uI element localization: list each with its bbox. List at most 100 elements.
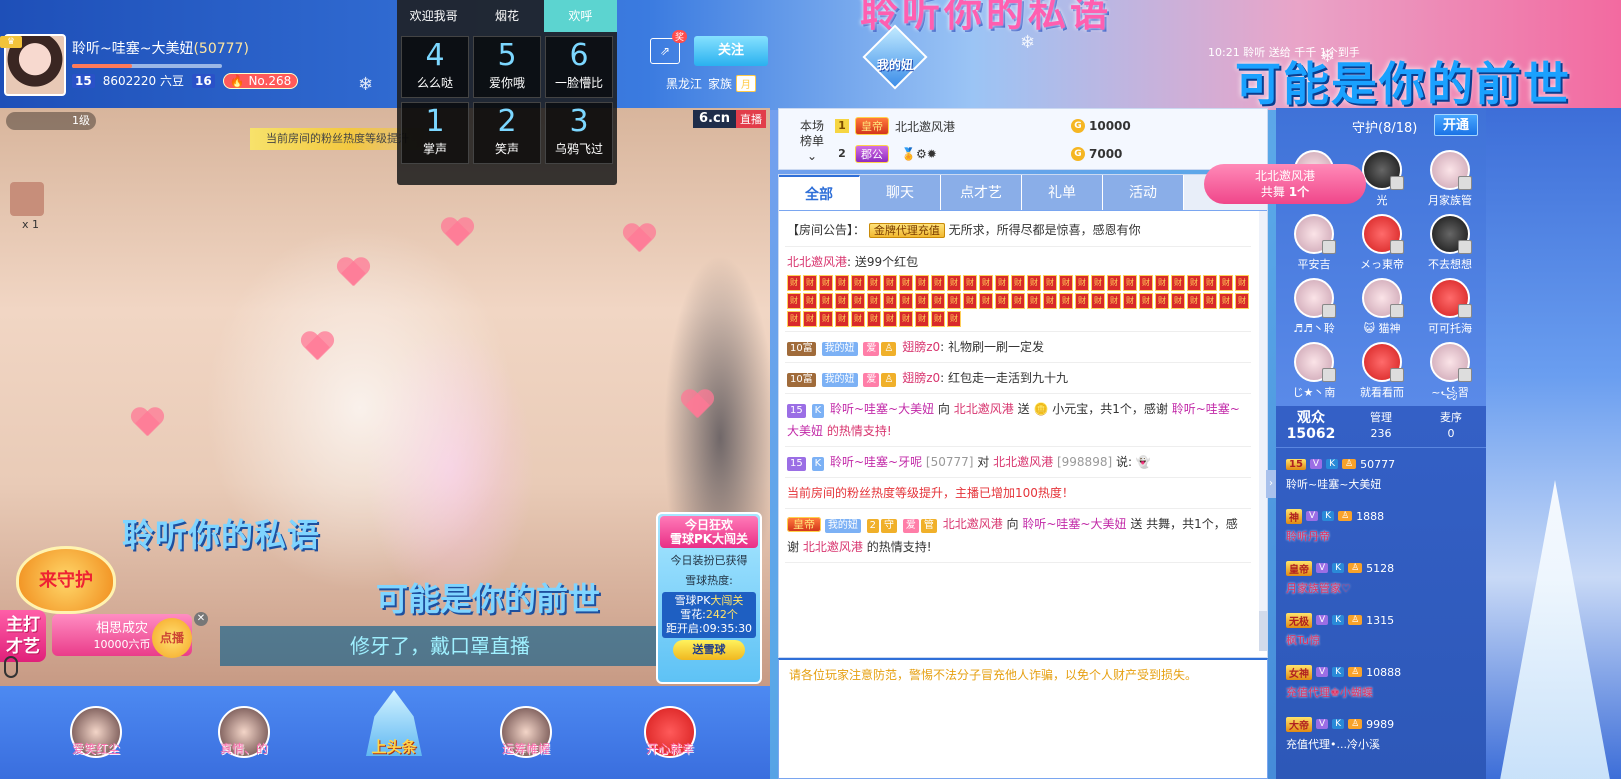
red-envelope-icon[interactable]: 财 — [947, 293, 961, 309]
rank-row[interactable]: 1 皇帝 北北邀风港 — [835, 113, 955, 139]
emoji-tab[interactable]: 欢迎我哥 — [397, 0, 470, 32]
bottom-user-3[interactable]: 运筹帷幄 — [496, 706, 556, 758]
red-envelope-icon[interactable]: 财 — [787, 293, 801, 309]
guard-member[interactable]: 不去想想 — [1418, 214, 1482, 276]
chat-tab[interactable]: 全部 — [779, 175, 860, 210]
ranking-label[interactable]: 本场 榜单 ⌄ — [789, 119, 835, 164]
follow-button[interactable]: 关注 — [694, 36, 768, 66]
close-icon[interactable]: ✕ — [194, 612, 208, 626]
red-envelope-icon[interactable]: 财 — [979, 275, 993, 291]
red-envelope-icon[interactable]: 财 — [947, 311, 961, 327]
red-envelope-icon[interactable]: 财 — [915, 293, 929, 309]
recharge-link[interactable]: 金牌代理充值 — [868, 223, 945, 238]
send-snowball-button[interactable]: 送雪球 — [673, 640, 745, 660]
red-envelope-icon[interactable]: 财 — [1139, 275, 1153, 291]
red-envelope-icon[interactable]: 财 — [819, 311, 833, 327]
red-envelope-icon[interactable]: 财 — [851, 275, 865, 291]
fan-club-logo[interactable]: 我的妞 — [836, 24, 952, 96]
chat-tab[interactable]: 点才艺 — [941, 175, 1022, 210]
red-envelope-icon[interactable]: 财 — [1107, 275, 1121, 291]
microphone-icon[interactable] — [4, 656, 18, 678]
collapse-toggle[interactable]: › — [1266, 470, 1276, 498]
red-envelope-icon[interactable]: 财 — [899, 293, 913, 309]
guard-member[interactable]: 就看看而 — [1350, 342, 1414, 404]
guard-member[interactable]: ♬♬丶聆 — [1282, 278, 1346, 340]
red-envelope-icon[interactable]: 财 — [819, 293, 833, 309]
guard-member[interactable]: メっ東帝 — [1350, 214, 1414, 276]
emoji-item[interactable]: 5 爱你哦 — [473, 36, 541, 98]
emoji-item[interactable]: 6 一脸懵比 — [545, 36, 613, 98]
red-envelope-icon[interactable]: 财 — [1123, 275, 1137, 291]
mic-queue-tab[interactable]: 麦序 0 — [1416, 406, 1486, 447]
streamer-name[interactable]: 聆听~哇塞~大美妞(50777) — [72, 38, 249, 58]
red-envelope-icon[interactable]: 财 — [995, 275, 1009, 291]
red-envelope-icon[interactable]: 财 — [1155, 275, 1169, 291]
emoji-item[interactable]: 3 乌鸦飞过 — [545, 102, 613, 164]
headline-button[interactable]: 上头条 — [356, 686, 432, 779]
red-envelope-icon[interactable]: 财 — [1011, 275, 1025, 291]
request-button[interactable]: 点播 — [152, 618, 192, 658]
red-envelope-icon[interactable]: 财 — [995, 293, 1009, 309]
red-envelope-icon[interactable]: 财 — [1107, 293, 1121, 309]
red-envelope-icon[interactable]: 财 — [899, 275, 913, 291]
emoji-item[interactable]: 2 笑声 — [473, 102, 541, 164]
red-envelope-icon[interactable]: 财 — [1075, 275, 1089, 291]
red-envelope-icon[interactable]: 财 — [867, 311, 881, 327]
red-envelope-icon[interactable]: 财 — [1027, 275, 1041, 291]
chat-scrollbar[interactable] — [1259, 211, 1267, 651]
red-envelope-icon[interactable]: 财 — [915, 275, 929, 291]
red-envelope-icon[interactable]: 财 — [931, 311, 945, 327]
guard-button[interactable]: 来守护 — [16, 546, 116, 614]
red-envelope-icon[interactable]: 财 — [1203, 293, 1217, 309]
red-envelope-icon[interactable]: 财 — [883, 275, 897, 291]
red-envelope-icon[interactable]: 财 — [1059, 293, 1073, 309]
red-envelope-icon[interactable]: 财 — [803, 293, 817, 309]
red-envelope-icon[interactable]: 财 — [963, 293, 977, 309]
red-envelope-icon[interactable]: 财 — [1171, 293, 1185, 309]
red-envelope-icon[interactable]: 财 — [1075, 293, 1089, 309]
red-envelope-icon[interactable]: 财 — [1155, 293, 1169, 309]
audience-member[interactable]: 女神 V K ♙ 10888 充值代理♚小蝴蝶 — [1280, 658, 1482, 710]
red-envelope-icon[interactable]: 财 — [1187, 293, 1201, 309]
viewer-tab[interactable]: 观众 15062 — [1276, 406, 1346, 447]
red-envelope-icon[interactable]: 财 — [899, 311, 913, 327]
red-envelope-icon[interactable]: 财 — [803, 311, 817, 327]
red-envelope-icon[interactable]: 财 — [1123, 293, 1137, 309]
red-envelope-icon[interactable]: 财 — [787, 275, 801, 291]
guard-member[interactable]: じ★丶南 — [1282, 342, 1346, 404]
bottom-user-4[interactable]: 开心就幸 — [640, 706, 700, 758]
red-envelope-icon[interactable]: 财 — [1091, 293, 1105, 309]
red-envelope-icon[interactable]: 财 — [947, 275, 961, 291]
red-envelope-icon[interactable]: 财 — [1043, 275, 1057, 291]
red-envelope-icon[interactable]: 财 — [1219, 275, 1233, 291]
rank-row[interactable]: 2 郡公 🏅⚙✹ — [835, 141, 937, 167]
red-envelope-icon[interactable]: 财 — [1091, 275, 1105, 291]
chat-tab[interactable]: 礼单 — [1022, 175, 1103, 210]
red-envelope-icon[interactable]: 财 — [963, 275, 977, 291]
open-guard-button[interactable]: 开通 — [1434, 114, 1478, 136]
bottom-user-2[interactable]: 真情、的 — [214, 706, 274, 758]
red-envelope-icon[interactable]: 财 — [1059, 275, 1073, 291]
bottom-user-1[interactable]: 爱笑红尘 — [66, 706, 126, 758]
emoji-tab[interactable]: 欢呼 — [543, 0, 617, 32]
guard-member[interactable]: 平安吉 — [1282, 214, 1346, 276]
red-envelope-icon[interactable]: 财 — [931, 293, 945, 309]
guard-member[interactable]: ~꧁習 — [1418, 342, 1482, 404]
red-envelope-icon[interactable]: 财 — [787, 311, 801, 327]
emoji-item[interactable]: 1 掌声 — [401, 102, 469, 164]
red-envelope-icon[interactable]: 财 — [803, 275, 817, 291]
red-envelope-icon[interactable]: 财 — [1171, 275, 1185, 291]
red-envelope-icon[interactable]: 财 — [915, 311, 929, 327]
red-envelope-icon[interactable]: 财 — [1235, 275, 1249, 291]
red-envelope-icon[interactable]: 财 — [931, 275, 945, 291]
guard-member[interactable]: 😺 猫神 — [1350, 278, 1414, 340]
fan-avatar[interactable] — [10, 182, 44, 216]
red-envelope-icon[interactable]: 财 — [1219, 293, 1233, 309]
red-envelope-icon[interactable]: 财 — [883, 311, 897, 327]
chat-tab[interactable]: 活动 — [1103, 175, 1184, 210]
red-envelope-icon[interactable]: 财 — [851, 311, 865, 327]
red-envelope-icon[interactable]: 财 — [1011, 293, 1025, 309]
red-envelope-icon[interactable]: 财 — [867, 293, 881, 309]
red-envelope-icon[interactable]: 财 — [883, 293, 897, 309]
audience-member[interactable]: 大帝 V K ♙ 9989 充值代理•...冷小溪 — [1280, 710, 1482, 762]
